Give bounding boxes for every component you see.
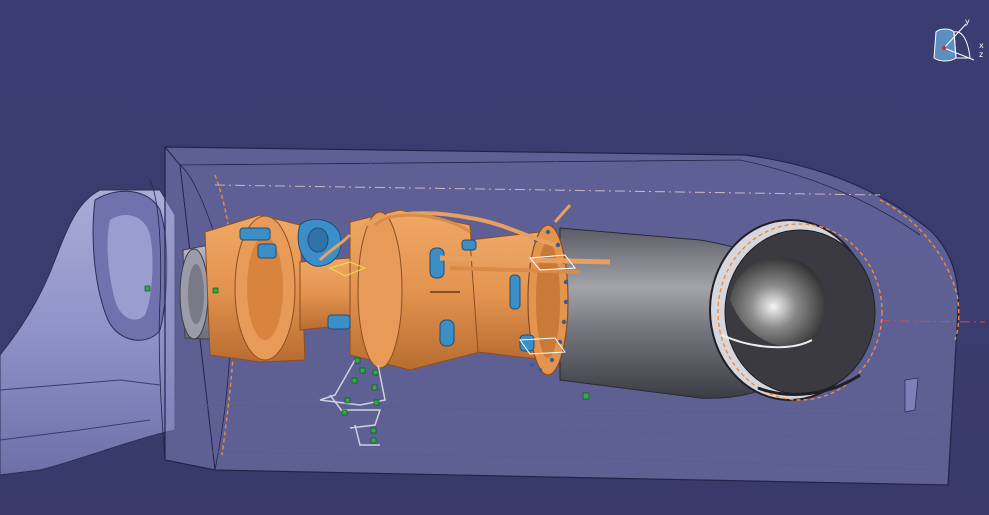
green-constraint-icon[interactable] xyxy=(373,399,380,406)
green-constraint-icon[interactable] xyxy=(582,392,590,400)
green-constraint-icon[interactable] xyxy=(344,397,351,404)
axis-z-label: z xyxy=(979,50,984,59)
axis-x-label: x xyxy=(979,41,984,50)
3d-viewport[interactable]: y x z xyxy=(0,0,989,515)
green-constraint-icon[interactable] xyxy=(370,427,377,434)
axis-y-label: y xyxy=(965,17,970,26)
green-constraint-icon[interactable] xyxy=(144,285,151,292)
green-constraint-icon[interactable] xyxy=(370,437,377,444)
constraint-markers[interactable] xyxy=(0,0,989,515)
green-constraint-icon[interactable] xyxy=(359,367,366,374)
green-constraint-icon[interactable] xyxy=(212,287,219,294)
green-constraint-icon[interactable] xyxy=(371,384,378,391)
green-constraint-icon[interactable] xyxy=(351,377,358,384)
green-constraint-icon[interactable] xyxy=(354,357,361,364)
axis-compass[interactable]: y x z xyxy=(926,18,988,68)
green-constraint-icon[interactable] xyxy=(341,409,348,416)
green-constraint-icon[interactable] xyxy=(372,369,379,376)
